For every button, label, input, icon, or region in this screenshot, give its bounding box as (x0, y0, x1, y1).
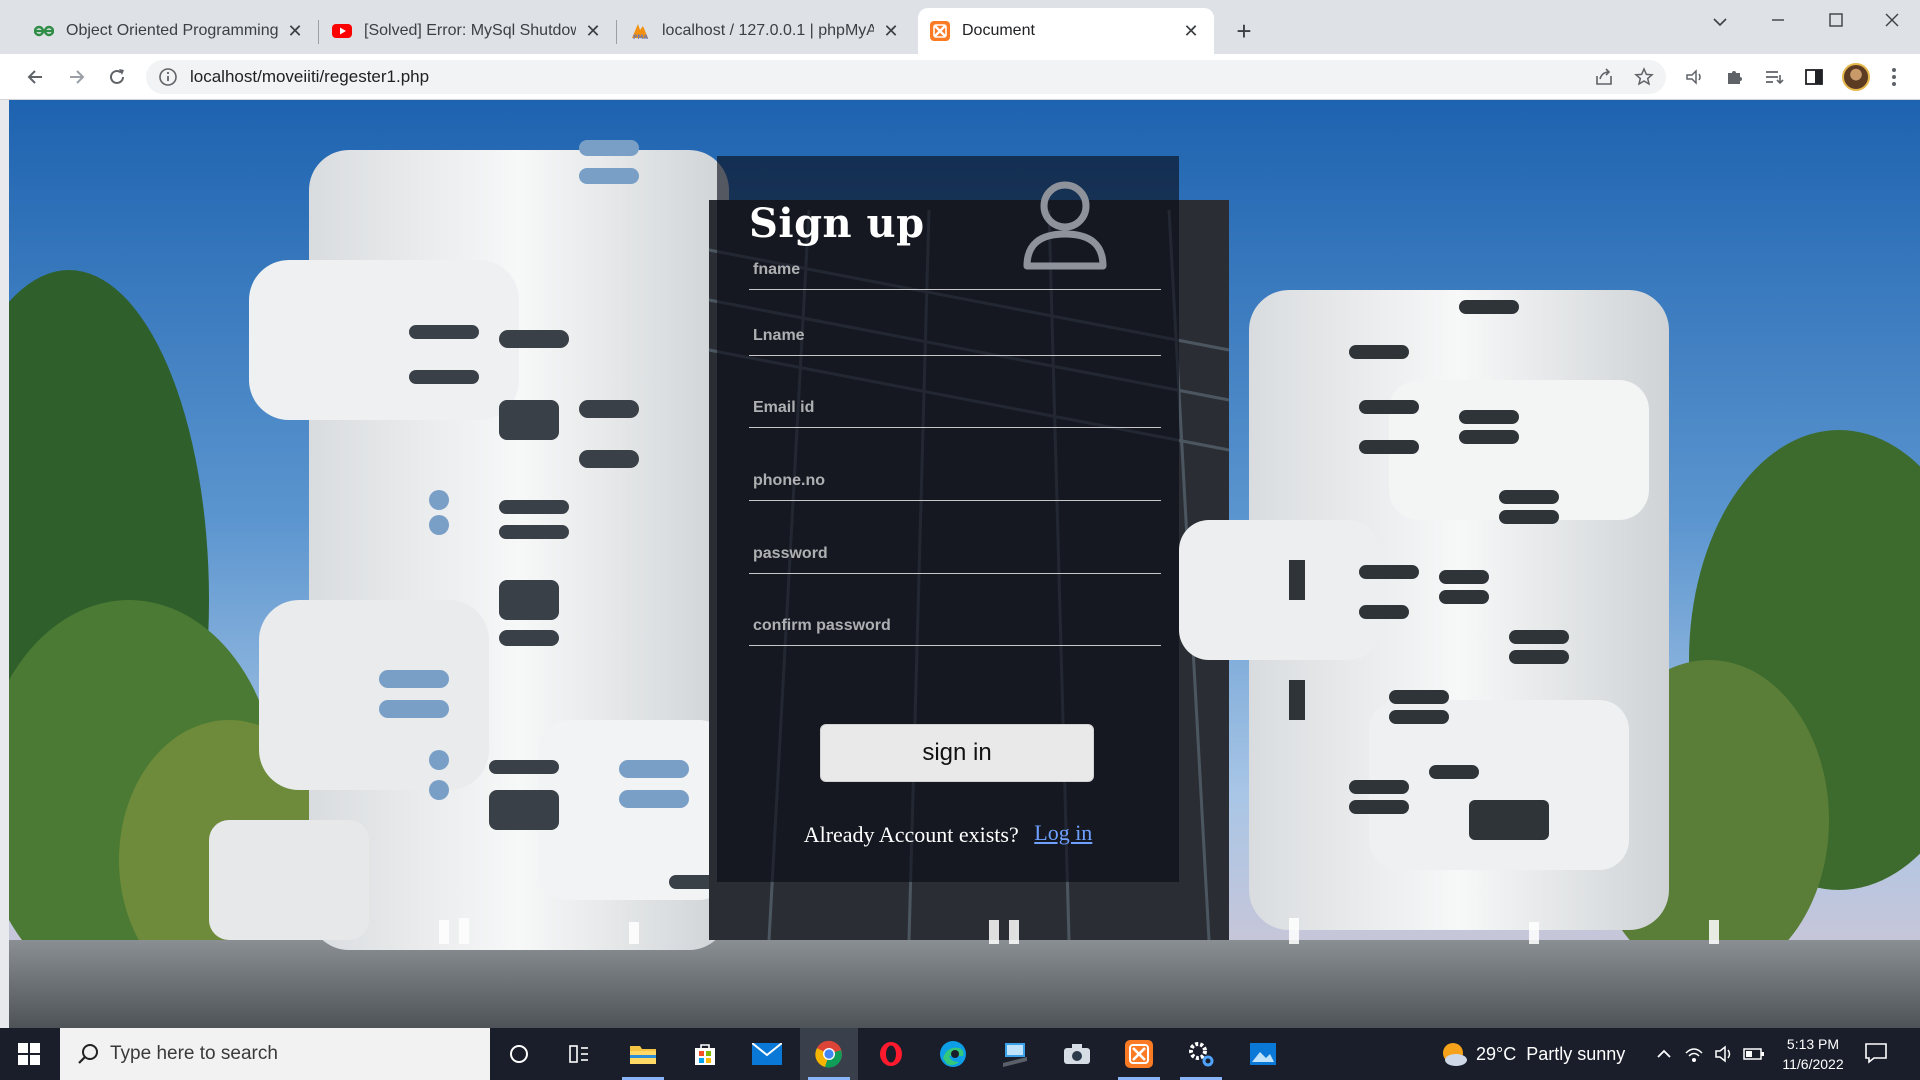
tab-title: localhost / 127.0.0.1 | phpMyAdm (662, 22, 874, 39)
close-tab-icon[interactable]: ✕ (582, 20, 604, 42)
youtube-icon (332, 21, 352, 41)
phone-field[interactable] (749, 461, 1161, 501)
signup-title: Sign up (749, 200, 925, 247)
reading-list-icon[interactable] (1762, 65, 1786, 89)
page-left-edge (0, 100, 9, 1028)
extensions-puzzle-icon[interactable] (1722, 65, 1746, 89)
already-account-line: Already Account exists? Log in (717, 820, 1179, 848)
tab-oop[interactable]: Object Oriented Programming in ✕ (22, 8, 318, 54)
partly-sunny-icon (1440, 1040, 1468, 1068)
minimize-icon[interactable] (1758, 6, 1798, 36)
bookmark-star-icon[interactable] (1632, 65, 1656, 89)
svg-text:PMA: PMA (633, 34, 648, 40)
tab-mysql[interactable]: [Solved] Error: MySql Shutdown U ✕ (320, 8, 616, 54)
volume-icon[interactable] (1712, 1042, 1736, 1066)
forward-arrow-icon[interactable] (62, 62, 92, 92)
already-account-text: Already Account exists? (803, 821, 1019, 847)
lname-field[interactable] (749, 316, 1161, 356)
confirm-password-field[interactable] (749, 606, 1161, 646)
weather-widget[interactable]: 29°C Partly sunny (1440, 1028, 1625, 1080)
fname-field[interactable] (749, 250, 1161, 290)
password-input[interactable] (749, 534, 1161, 573)
browser-toolbar: localhost/moveiiti/regester1.php (0, 54, 1920, 100)
chevron-up-icon[interactable] (1652, 1042, 1676, 1066)
password-field[interactable] (749, 534, 1161, 574)
side-panel-icon[interactable] (1802, 65, 1826, 89)
file-explorer-icon[interactable] (614, 1028, 672, 1080)
camera-icon[interactable] (1048, 1028, 1106, 1080)
xampp-icon (930, 21, 950, 41)
cortana-icon[interactable] (490, 1028, 548, 1080)
close-tab-icon[interactable]: ✕ (284, 20, 306, 42)
tab-phpmyadmin[interactable]: PMA localhost / 127.0.0.1 | phpMyAdm ✕ (618, 8, 914, 54)
email-input[interactable] (749, 388, 1161, 427)
page-viewport: Sign up sign in Already Account exists (9, 100, 1920, 1028)
site-info-icon[interactable] (158, 67, 178, 87)
edge-icon[interactable] (924, 1028, 982, 1080)
profile-avatar[interactable] (1842, 63, 1870, 91)
mail-icon[interactable] (738, 1028, 796, 1080)
taskbar-search[interactable] (60, 1028, 490, 1080)
new-tab-button[interactable]: + (1230, 17, 1258, 45)
close-window-icon[interactable] (1872, 6, 1912, 36)
maximize-icon[interactable] (1816, 6, 1856, 36)
tab-search-icon[interactable] (1700, 6, 1740, 36)
phpmyadmin-icon: PMA (630, 21, 650, 41)
back-arrow-icon[interactable] (20, 62, 50, 92)
search-icon (76, 1042, 100, 1066)
xampp-icon[interactable] (1110, 1028, 1168, 1080)
photos-icon[interactable] (1234, 1028, 1292, 1080)
wifi-icon[interactable] (1682, 1042, 1706, 1066)
clock-time: 5:13 PM (1786, 1036, 1840, 1052)
settings-icon[interactable] (1172, 1028, 1230, 1080)
login-link[interactable]: Log in (1034, 820, 1092, 845)
read-aloud-icon[interactable] (1682, 65, 1706, 89)
weather-text: 29°C Partly sunny (1476, 1043, 1626, 1064)
url-text: localhost/moveiiti/regester1.php (190, 67, 430, 86)
address-bar[interactable]: localhost/moveiiti/regester1.php (146, 60, 1666, 94)
system-clock[interactable]: 5:13 PM 11/6/2022 (1768, 1034, 1858, 1074)
share-icon[interactable] (1592, 65, 1616, 89)
task-view-icon[interactable] (550, 1028, 608, 1080)
windows-taskbar: 29°C Partly sunny 5:13 PM 11/6/2022 (0, 1028, 1920, 1080)
tab-title: Document (962, 22, 1035, 39)
tab-document[interactable]: Document ✕ (918, 8, 1214, 54)
phone-input[interactable] (749, 461, 1161, 500)
close-tab-icon[interactable]: ✕ (880, 20, 902, 42)
taskbar-search-input[interactable] (110, 1043, 440, 1065)
signup-card: Sign up sign in Already Account exists (717, 156, 1179, 882)
confirm-password-input[interactable] (749, 606, 1161, 645)
gfg-icon (34, 21, 54, 41)
start-button[interactable] (0, 1028, 58, 1080)
windows-logo-icon (18, 1043, 40, 1065)
clock-date: 11/6/2022 (1782, 1056, 1844, 1072)
battery-icon[interactable] (1742, 1042, 1766, 1066)
chrome-icon[interactable] (800, 1028, 858, 1080)
tab-title: [Solved] Error: MySql Shutdown U (364, 22, 576, 39)
tab-divider (318, 20, 319, 44)
fname-input[interactable] (749, 250, 1161, 289)
sign-in-button[interactable]: sign in (820, 724, 1094, 782)
menu-kebab-icon[interactable] (1882, 65, 1906, 89)
store-icon[interactable] (676, 1028, 734, 1080)
network-app-icon[interactable] (986, 1028, 1044, 1080)
tab-strip: Object Oriented Programming in ✕ [Solved… (0, 0, 1920, 54)
close-tab-icon[interactable]: ✕ (1180, 20, 1202, 42)
tab-divider (616, 20, 617, 44)
notification-icon[interactable] (1864, 1042, 1892, 1066)
opera-icon[interactable] (862, 1028, 920, 1080)
tab-title: Object Oriented Programming in (66, 22, 278, 39)
email-field[interactable] (749, 388, 1161, 428)
reload-icon[interactable] (102, 62, 132, 92)
lname-input[interactable] (749, 316, 1161, 355)
